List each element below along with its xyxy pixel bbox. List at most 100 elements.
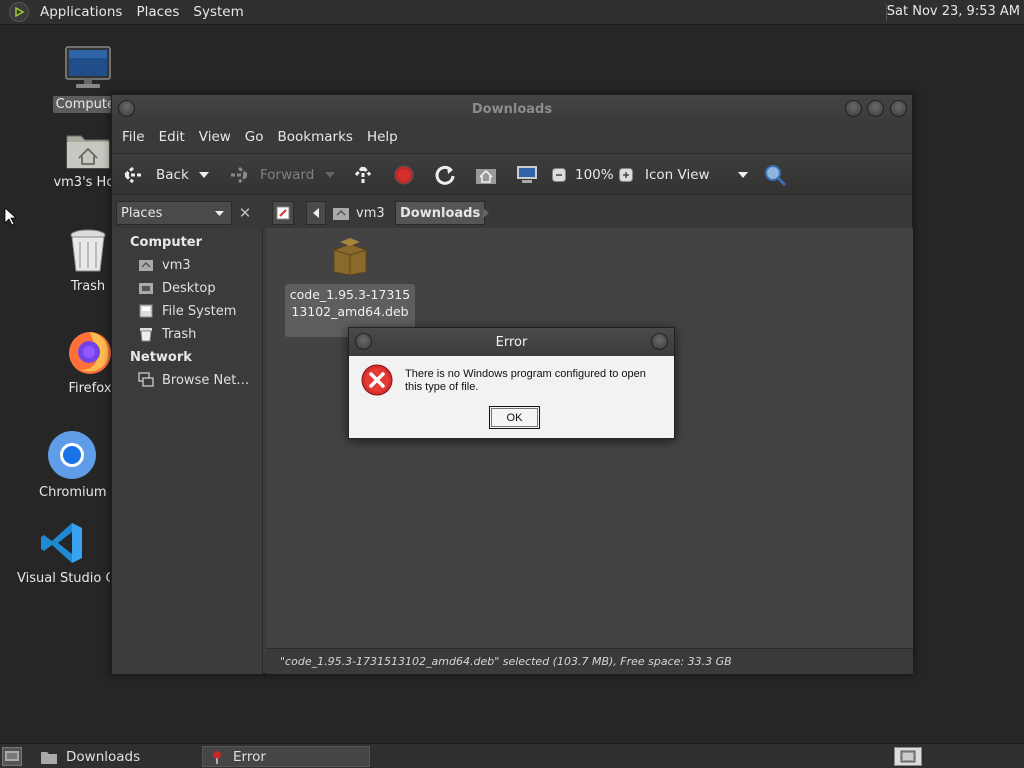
chevron-left-icon [313, 208, 319, 218]
desktop-icon-label: Trash [70, 279, 106, 294]
search-button[interactable] [763, 154, 787, 196]
status-bar: "code_1.95.3-1731513102_amd64.deb" selec… [266, 648, 913, 674]
window-titlebar[interactable]: Downloads [112, 95, 912, 123]
chevron-down-icon [738, 172, 748, 178]
breadcrumb-label: vm3 [356, 205, 385, 221]
back-arrow-icon [122, 166, 143, 184]
menu-help[interactable]: Help [361, 129, 404, 145]
dialog-message: There is no Windows program configured t… [405, 368, 646, 393]
package-icon [333, 238, 367, 276]
menu-edit[interactable]: Edit [153, 129, 191, 145]
toggle-location-entry-button[interactable] [272, 201, 294, 225]
task-downloads[interactable]: Downloads [34, 746, 198, 767]
forward-arrow-icon [229, 166, 250, 184]
desktop-icon-trash[interactable]: Trash [58, 228, 118, 295]
dialog-close-button[interactable] [651, 333, 668, 350]
error-dialog: Error There is no Windows program config… [348, 327, 675, 439]
menu-bookmarks[interactable]: Bookmarks [272, 129, 359, 145]
places-sidebar: Computer vm3 Desktop File System Trash N… [112, 228, 263, 674]
toolbar: Back Forward 100% Icon View [112, 153, 912, 195]
up-button[interactable] [353, 154, 373, 196]
back-history-dropdown[interactable] [198, 154, 210, 196]
sidebar-item-label: File System [162, 303, 237, 319]
zoom-out-button[interactable] [552, 154, 566, 196]
dialog-menu-button[interactable] [355, 333, 372, 350]
breadcrumb-vm3[interactable]: vm3 [332, 201, 385, 225]
file-item-deb[interactable]: code_1.95.3-1731513102_amd64.deb [285, 238, 415, 337]
minimize-button[interactable] [845, 100, 862, 117]
maximize-button[interactable] [867, 100, 884, 117]
chevron-right-icon [483, 208, 489, 218]
chevron-down-icon [199, 172, 209, 178]
breadcrumb-downloads[interactable]: Downloads [395, 201, 486, 225]
menu-file[interactable]: File [116, 129, 151, 145]
home-folder-icon [333, 208, 349, 220]
stop-button[interactable] [394, 154, 414, 196]
zoom-in-icon [619, 168, 633, 182]
forward-history-dropdown[interactable] [324, 154, 336, 196]
edit-icon [276, 206, 290, 220]
home-folder-icon [139, 260, 153, 271]
sidebar-item-browse-network[interactable]: Browse Net… [138, 370, 249, 390]
task-label: Error [233, 748, 266, 765]
back-label: Back [156, 167, 189, 183]
forward-button[interactable]: Forward [226, 154, 314, 196]
clock[interactable]: Sat Nov 23, 9:53 AM [887, 4, 1020, 19]
sidebar-item-label: Trash [162, 326, 197, 342]
sidebar-item-file-system[interactable]: File System [138, 301, 236, 321]
close-sidebar-button[interactable]: ✕ [234, 201, 256, 225]
path-forward-arrow[interactable] [478, 201, 494, 225]
zoom-level-label: 100% [575, 167, 614, 183]
menu-go[interactable]: Go [239, 129, 270, 145]
sidebar-item-trash[interactable]: Trash [138, 324, 196, 344]
reload-icon [435, 165, 455, 185]
sidebar-item-desktop[interactable]: Desktop [138, 278, 216, 298]
reload-button[interactable] [434, 154, 456, 196]
stop-icon [394, 165, 414, 185]
distro-logo-icon[interactable] [9, 2, 29, 22]
zoom-level[interactable]: 100% [575, 154, 614, 196]
window-menu-button[interactable] [118, 100, 135, 117]
view-mode-select[interactable]: Icon View [645, 154, 749, 196]
chromium-icon [48, 431, 96, 479]
task-error[interactable]: Error [202, 746, 370, 767]
workspace-switcher[interactable] [894, 747, 922, 766]
computer-button[interactable] [516, 154, 538, 196]
sidebar-item-vm3[interactable]: vm3 [138, 255, 191, 275]
desktop-icon-chromium[interactable]: Chromium [36, 430, 108, 501]
view-mode-label: Icon View [645, 167, 710, 183]
close-button[interactable] [890, 100, 907, 117]
home-icon [476, 169, 496, 184]
show-desktop-icon [5, 751, 19, 761]
ok-button[interactable]: OK [489, 406, 540, 429]
desktop-icon-vscode[interactable]: Visual Studio Co [14, 520, 110, 587]
places-menu[interactable]: Places [129, 4, 186, 20]
close-icon: ✕ [238, 204, 252, 222]
sidebar-type-label: Places [121, 205, 163, 221]
workspace-icon [900, 750, 916, 763]
system-menu[interactable]: System [186, 4, 250, 20]
breadcrumb-label: Downloads [400, 205, 481, 221]
search-icon [765, 165, 787, 187]
dialog-titlebar[interactable]: Error [349, 328, 674, 356]
home-button[interactable] [475, 154, 497, 196]
forward-label: Forward [260, 167, 315, 183]
firefox-icon [69, 332, 111, 374]
drive-icon [139, 304, 153, 318]
show-desktop-button[interactable] [2, 747, 22, 766]
zoom-in-button[interactable] [619, 154, 633, 196]
applications-menu[interactable]: Applications [33, 4, 129, 20]
location-bar: Places ✕ vm3 Downloads [112, 196, 912, 228]
trash-icon [140, 328, 152, 342]
sidebar-item-label: Desktop [162, 280, 216, 296]
back-button[interactable]: Back [122, 154, 189, 196]
dialog-title: Error [495, 334, 528, 350]
path-back-arrow[interactable] [306, 201, 326, 225]
zoom-out-icon [552, 168, 566, 182]
sidebar-type-select[interactable]: Places [116, 201, 232, 225]
window-title: Downloads [471, 101, 553, 117]
home-folder-icon [66, 135, 110, 169]
menu-view[interactable]: View [193, 129, 237, 145]
chevron-down-icon [325, 172, 335, 178]
vscode-icon [41, 523, 82, 563]
